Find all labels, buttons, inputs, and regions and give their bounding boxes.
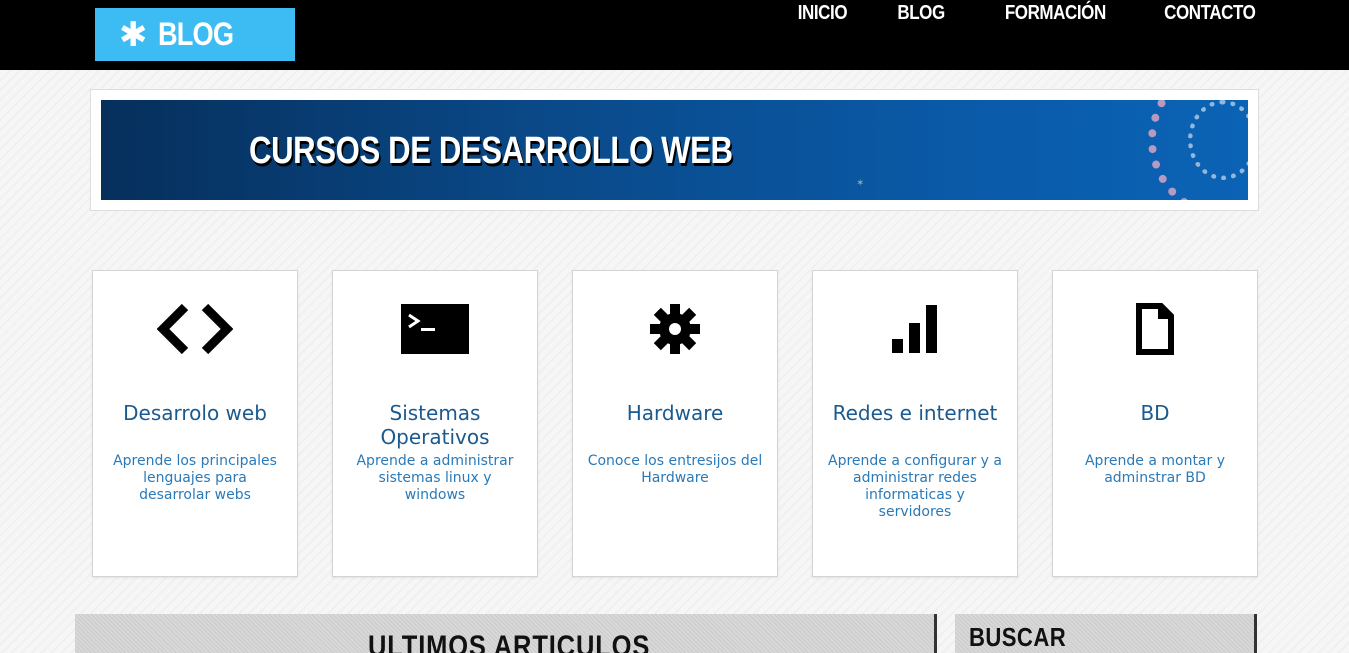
nav-contacto[interactable]: CONTACTO bbox=[1164, 0, 1256, 30]
card-title: Redes e internet bbox=[832, 401, 998, 425]
nav-inicio[interactable]: INICIO bbox=[798, 0, 848, 30]
banner[interactable]: ✶ CURSOS DE DESARROLLO WEB bbox=[101, 100, 1248, 200]
logo-link[interactable]: ✱ BLOG bbox=[95, 8, 295, 61]
category-cards: Desarrolo web Aprende los principales le… bbox=[92, 270, 1258, 577]
card-title: BD bbox=[1140, 401, 1170, 425]
gear-icon: ✱ bbox=[119, 14, 148, 55]
card-sistemas-operativos[interactable]: Sistemas Operativos Aprende a administra… bbox=[332, 270, 538, 577]
signal-bars-icon bbox=[813, 301, 1017, 357]
search-section: BUSCAR bbox=[955, 614, 1257, 653]
card-description: Aprende a montar y adminstrar BD bbox=[1084, 453, 1225, 486]
card-description: Aprende a configurar y a administrar red… bbox=[828, 453, 1002, 520]
nav-blog[interactable]: BLOG bbox=[897, 0, 945, 30]
latest-articles-section: ULTIMOS ARTICULOS bbox=[75, 614, 937, 653]
search-title: BUSCAR bbox=[969, 622, 1067, 652]
top-bar: ✱ BLOG INICIO BLOG FORMACIÓN CONTACTO bbox=[0, 0, 1349, 70]
section-title: ULTIMOS ARTICULOS bbox=[368, 630, 651, 653]
card-title: Hardware bbox=[626, 401, 724, 425]
logo-text: BLOG bbox=[157, 16, 234, 52]
gear-icon bbox=[573, 301, 777, 357]
card-description: Conoce los entresijos del Hardware bbox=[587, 453, 763, 486]
card-description: Aprende los principales lenguajes para d… bbox=[113, 453, 277, 503]
card-description: Aprende a administrar sistemas linux y w… bbox=[356, 453, 514, 503]
card-hardware[interactable]: Hardware Conoce los entresijos del Hardw… bbox=[572, 270, 778, 577]
card-title: Desarrolo web bbox=[123, 401, 267, 425]
nav-formacion[interactable]: FORMACIÓN bbox=[1005, 0, 1106, 30]
banner-title: CURSOS DE DESARROLLO WEB bbox=[249, 130, 733, 172]
card-bd[interactable]: BD Aprende a montar y adminstrar BD bbox=[1052, 270, 1258, 577]
card-title: Sistemas Operativos bbox=[380, 401, 490, 449]
card-redes-internet[interactable]: Redes e internet Aprende a configurar y … bbox=[812, 270, 1018, 577]
code-brackets-icon bbox=[93, 301, 297, 357]
document-icon bbox=[1053, 301, 1257, 357]
star-icon: ✶ bbox=[856, 178, 865, 189]
banner-frame: ✶ CURSOS DE DESARROLLO WEB bbox=[90, 89, 1259, 211]
main-nav: INICIO BLOG FORMACIÓN CONTACTO bbox=[747, 0, 1256, 30]
terminal-icon bbox=[333, 301, 537, 357]
card-desarrollo-web[interactable]: Desarrolo web Aprende los principales le… bbox=[92, 270, 298, 577]
